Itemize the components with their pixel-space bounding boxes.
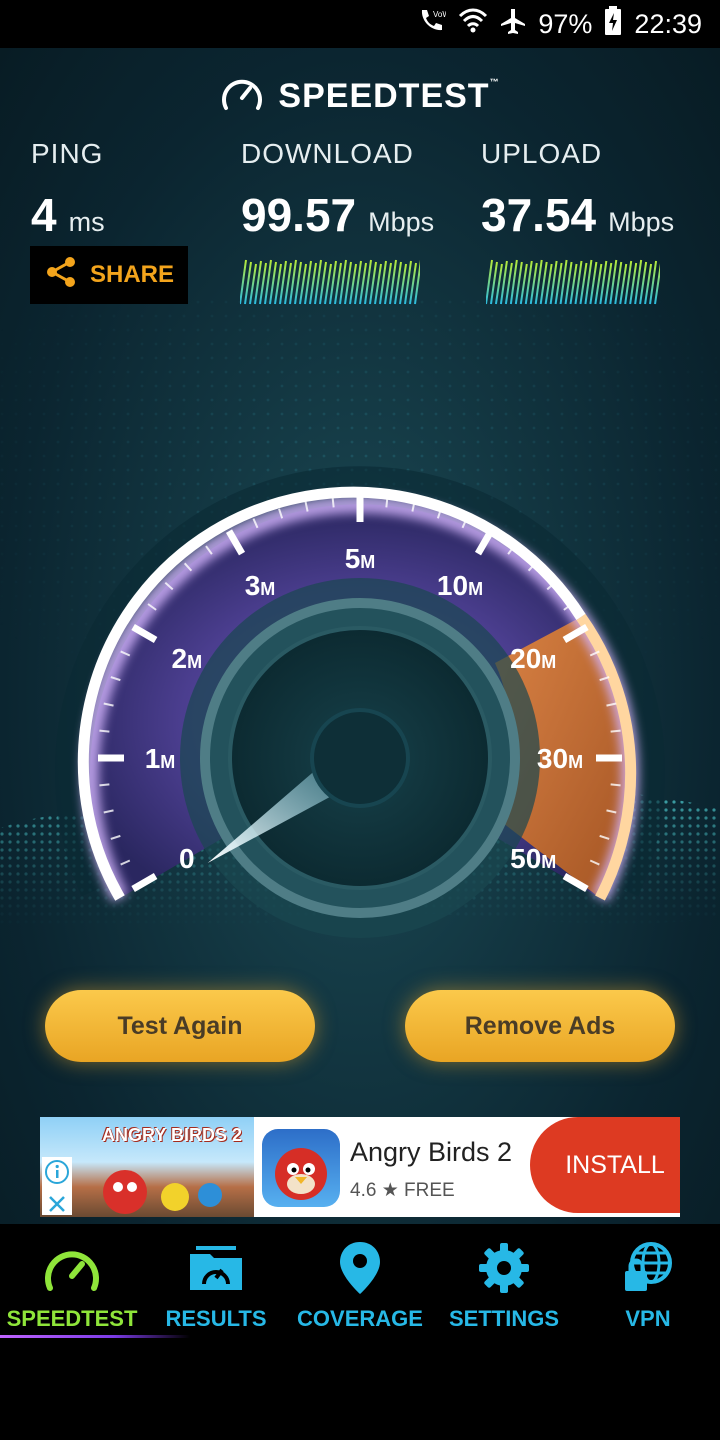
angry-birds-artwork (103, 1170, 222, 1214)
test-again-button[interactable]: Test Again (45, 990, 315, 1062)
battery-percentage: 97% (538, 8, 593, 39)
install-label: INSTALL (565, 1150, 665, 1179)
ad-app-name: Angry Birds 2 (350, 1137, 513, 1167)
bottom-navigation: SPEEDTEST RESULTS COVERAGE SETTINGS VPN (0, 1224, 720, 1340)
ping-label: PING (31, 138, 104, 169)
speedtest-logo: SPEEDTEST™ (0, 74, 720, 119)
nav-coverage[interactable]: COVERAGE (288, 1224, 432, 1340)
clock: 22:39 (634, 8, 702, 39)
remove-ads-button[interactable]: Remove Ads (405, 990, 675, 1062)
nav-results[interactable]: RESULTS (144, 1224, 288, 1340)
speedtest-main: SPEEDTEST™ PING 4 ms DOWNLOAD 99.57 Mbps… (0, 48, 720, 1224)
speedometer-icon (42, 1240, 102, 1296)
download-unit: Mbps (368, 207, 435, 237)
speed-gauge: 01M2M3M5M10M20M30M50M (55, 466, 665, 938)
upload-label: UPLOAD (481, 138, 603, 169)
nav-label: VPN (625, 1306, 671, 1331)
share-icon (44, 255, 78, 296)
gauge-tick-label: 0 (179, 843, 195, 874)
vpn-globe-lock-icon (623, 1240, 673, 1296)
share-label: SHARE (89, 261, 174, 288)
download-sparkline (240, 259, 420, 305)
star-icon: ★ (381, 1180, 399, 1201)
nav-label: SETTINGS (448, 1306, 559, 1331)
nav-settings[interactable]: SETTINGS (432, 1224, 576, 1340)
battery-charging-icon (604, 5, 622, 43)
nav-speedtest[interactable]: SPEEDTEST (0, 1224, 144, 1340)
ad-rating: 4.6 ★ FREE (350, 1179, 455, 1202)
gauge-minor-tick (610, 783, 621, 787)
gauge-minor-tick (610, 729, 621, 733)
trademark: ™ (489, 77, 500, 87)
gauge-minor-tick (99, 783, 110, 787)
download-label: DOWNLOAD (241, 138, 414, 169)
download-value: 99.57 Mbps (241, 188, 434, 242)
upload-number: 37.54 (481, 189, 597, 241)
upload-sparkline (486, 259, 660, 305)
ad-banner-title: ANGRY BIRDS 2 (102, 1125, 243, 1145)
wifi-icon (458, 7, 488, 42)
ad-game-artwork: ANGRY BIRDS 2 (40, 1117, 254, 1217)
gauge-minor-tick (99, 729, 110, 733)
info-icon[interactable] (42, 1160, 72, 1191)
ping-unit: ms (68, 207, 105, 237)
close-icon[interactable] (42, 1196, 72, 1217)
brand-name: SPEEDTEST (278, 77, 490, 115)
gauge-minor-tick (385, 497, 389, 508)
test-again-label: Test Again (117, 1011, 243, 1040)
ping-value: 4 ms (31, 188, 105, 242)
upload-value: 37.54 Mbps (481, 188, 674, 242)
download-number: 99.57 (241, 189, 357, 241)
active-tab-indicator (0, 1335, 190, 1338)
map-pin-icon (338, 1240, 382, 1296)
ad-banner[interactable]: ANGRY BIRDS 2 Angry Birds 2 4.6 ★ FREE I… (40, 1117, 680, 1217)
install-button[interactable]: INSTALL (530, 1117, 680, 1213)
nav-label: COVERAGE (297, 1306, 423, 1331)
svg-text:VoWiFi: VoWiFi (433, 10, 446, 19)
app-icon (262, 1129, 340, 1207)
results-folder-icon (186, 1240, 246, 1296)
nav-vpn[interactable]: VPN (576, 1224, 720, 1340)
rating-value: 4.6 (350, 1180, 377, 1201)
gauge-minor-tick (331, 497, 335, 508)
price: FREE (404, 1180, 455, 1201)
nav-label: RESULTS (165, 1306, 267, 1331)
share-button[interactable]: SHARE (30, 246, 188, 304)
gear-icon (477, 1240, 531, 1296)
speedometer-logo-icon (220, 74, 264, 119)
nav-label: SPEEDTEST (6, 1306, 138, 1331)
remove-ads-label: Remove Ads (464, 1011, 616, 1040)
wifi-calling-icon: VoWiFi (416, 7, 459, 42)
ad-choices[interactable] (42, 1157, 72, 1215)
status-bar: VoWiFi 97% 22:39 (0, 0, 720, 48)
system-navigation-area (0, 1340, 720, 1440)
airplane-mode-icon (500, 7, 526, 42)
ping-number: 4 (31, 189, 57, 241)
upload-unit: Mbps (608, 207, 675, 237)
